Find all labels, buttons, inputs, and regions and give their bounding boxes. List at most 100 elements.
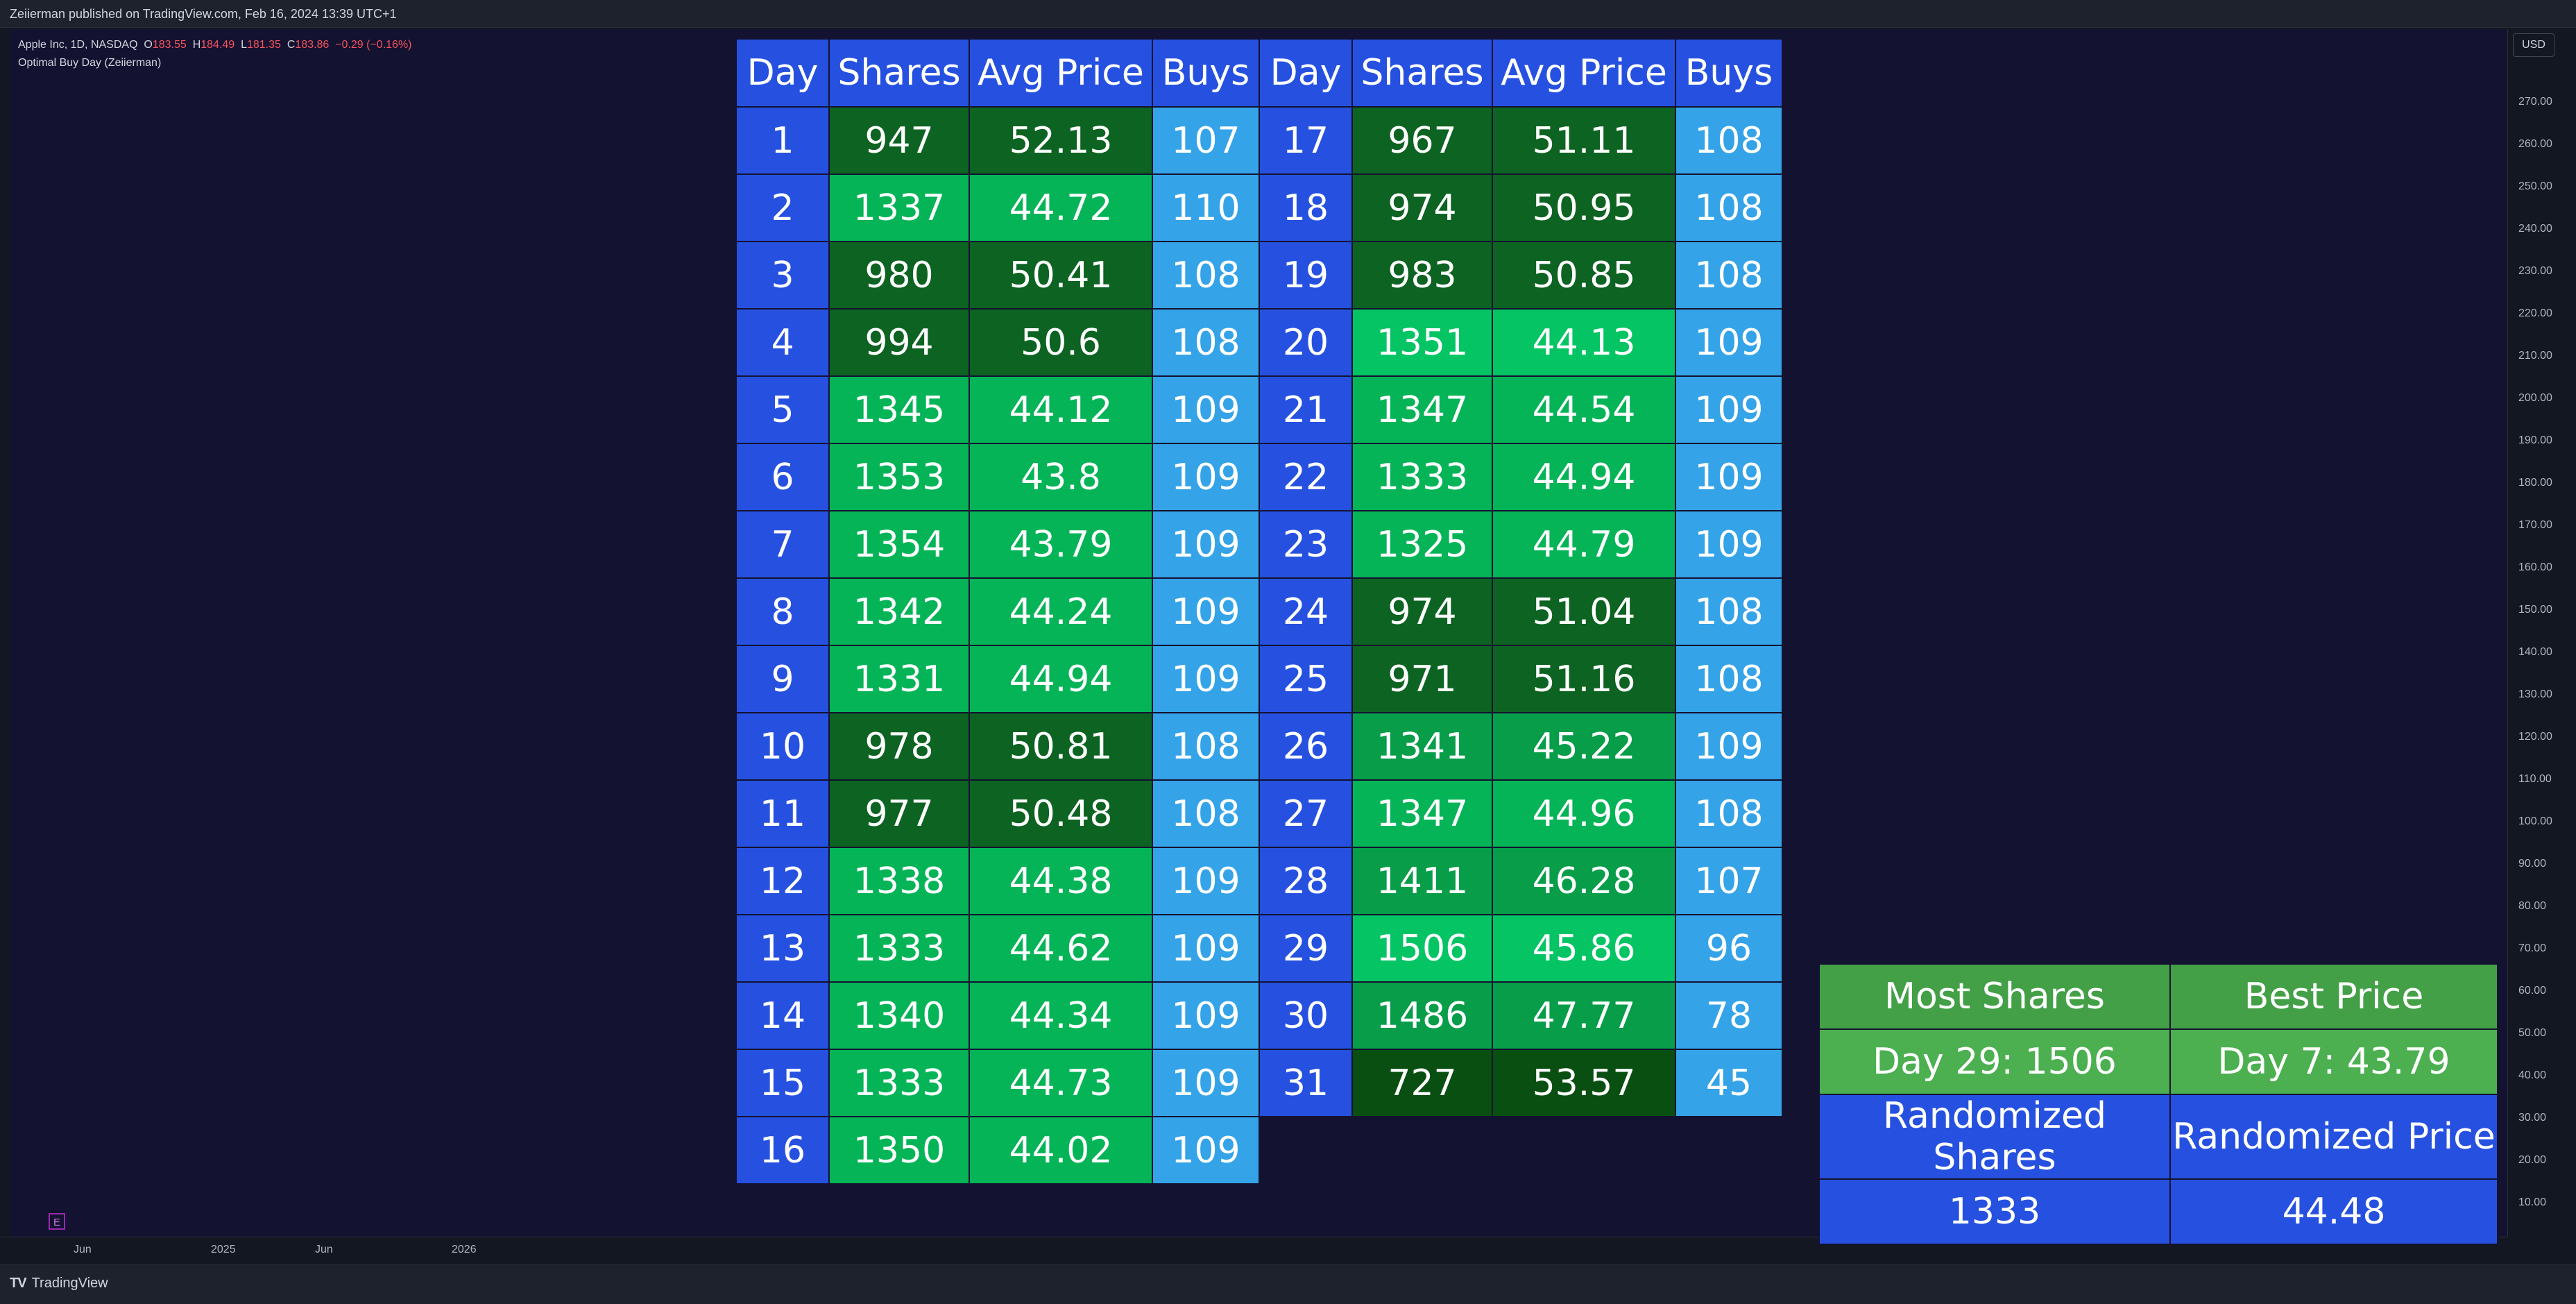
change-value: −0.29 (−0.16%) — [335, 39, 412, 51]
table-row: 6 1353 43.8 109 22 1333 44.94 109 — [735, 443, 1783, 511]
shares-cell: 967 — [1351, 106, 1493, 175]
avg-price-cell: 50.41 — [969, 241, 1153, 310]
buys-cell: 78 — [1675, 981, 1783, 1050]
column-header: Buys — [1152, 38, 1260, 108]
day-cell: 29 — [1259, 914, 1353, 983]
avg-price-cell: 45.86 — [1492, 914, 1676, 983]
shares-cell: 1347 — [1351, 779, 1493, 848]
avg-price-cell: 44.34 — [969, 981, 1153, 1050]
avg-price-cell: 44.62 — [969, 914, 1153, 983]
price-tick-label: 170.00 — [2518, 519, 2552, 531]
table-row: 1 947 52.13 107 17 967 51.11 108 — [735, 106, 1783, 175]
tradingview-logo[interactable]: TV TradingView — [10, 1276, 108, 1292]
buys-cell: 108 — [1152, 308, 1260, 377]
day-cell: 6 — [735, 443, 830, 511]
buys-cell: 108 — [1675, 779, 1783, 848]
buys-cell: 108 — [1152, 241, 1260, 310]
time-tick-label: Jun — [315, 1244, 333, 1255]
buys-cell: 109 — [1152, 577, 1260, 646]
day-cell: 3 — [735, 241, 830, 310]
randomized-shares-value: 1333 — [1818, 1178, 2171, 1245]
randomized-shares-header: Randomized Shares — [1818, 1094, 2171, 1180]
price-tick-label: 110.00 — [2518, 773, 2552, 785]
avg-price-cell: 51.11 — [1492, 106, 1676, 175]
shares-cell: 980 — [828, 241, 970, 310]
shares-cell: 1354 — [828, 510, 970, 579]
chart-legend: Apple Inc, 1D, NASDAQ O183.55 H184.49 L1… — [18, 36, 412, 72]
shares-cell: 1333 — [828, 914, 970, 983]
table-row: 5 1345 44.12 109 21 1347 44.54 109 — [735, 375, 1783, 444]
table-row: 9 1331 44.94 109 25 971 51.16 108 — [735, 645, 1783, 713]
earnings-badge[interactable]: E — [49, 1213, 65, 1230]
price-tick-label: 130.00 — [2518, 688, 2552, 700]
table-row: 3 980 50.41 108 19 983 50.85 108 — [735, 241, 1783, 310]
buys-cell: 109 — [1152, 510, 1260, 579]
day-cell: 19 — [1259, 241, 1353, 310]
day-cell: 4 — [735, 308, 830, 377]
table-row: 13 1333 44.62 109 29 1506 45.86 96 — [735, 914, 1783, 983]
table-row: 10 978 50.81 108 26 1341 45.22 109 — [735, 712, 1783, 781]
shares-cell: 1345 — [828, 375, 970, 444]
price-tick-label: 90.00 — [2518, 858, 2547, 870]
shares-cell: 977 — [828, 779, 970, 848]
indicator-name[interactable]: Optimal Buy Day (Zeiierman) — [18, 54, 412, 72]
price-tick-label: 100.00 — [2518, 815, 2552, 827]
buys-cell: 109 — [1675, 510, 1783, 579]
avg-price-cell: 50.95 — [1492, 173, 1676, 242]
day-cell: 24 — [1259, 577, 1353, 646]
buys-cell: 109 — [1152, 847, 1260, 915]
day-cell: 13 — [735, 914, 830, 983]
day-cell: 21 — [1259, 375, 1353, 444]
price-tick-label: 40.00 — [2518, 1069, 2547, 1081]
empty-cell — [1492, 1117, 1675, 1184]
shares-cell: 1341 — [1351, 712, 1493, 781]
day-cell: 2 — [735, 173, 830, 242]
price-tick-label: 10.00 — [2518, 1196, 2547, 1208]
avg-price-cell: 45.22 — [1492, 712, 1676, 781]
day-cell: 8 — [735, 577, 830, 646]
price-tick-label: 150.00 — [2518, 604, 2552, 616]
table-row: 16 1350 44.02 109 — [735, 1116, 1782, 1185]
avg-price-cell: 50.48 — [969, 779, 1153, 848]
table-header-row: Day Shares Avg Price Buys Day Shares Avg Price… — [735, 38, 1783, 108]
price-tick-label: 270.00 — [2518, 96, 2552, 108]
shares-cell: 983 — [1351, 241, 1493, 310]
price-tick-label: 200.00 — [2518, 392, 2552, 404]
avg-price-cell: 50.6 — [969, 308, 1153, 377]
buys-cell: 108 — [1675, 106, 1783, 175]
buys-cell: 109 — [1675, 308, 1783, 377]
price-axis[interactable] — [2507, 29, 2576, 1237]
avg-price-cell: 44.02 — [969, 1116, 1153, 1185]
avg-price-cell: 44.24 — [969, 577, 1153, 646]
avg-price-cell: 44.73 — [969, 1049, 1153, 1117]
symbol-name[interactable]: Apple Inc, 1D, NASDAQ — [18, 39, 138, 51]
buys-cell: 107 — [1152, 106, 1260, 175]
avg-price-cell: 44.96 — [1492, 779, 1676, 848]
buys-cell: 109 — [1675, 443, 1783, 511]
tv-logo-icon: TV — [10, 1276, 27, 1291]
avg-price-cell: 52.13 — [969, 106, 1153, 175]
avg-price-cell: 47.77 — [1492, 981, 1676, 1050]
price-tick-label: 250.00 — [2518, 180, 2552, 192]
most-shares-header: Most Shares — [1818, 963, 2171, 1030]
day-cell: 1 — [735, 106, 830, 175]
price-tick-label: 230.00 — [2518, 265, 2552, 277]
currency-button[interactable]: USD — [2513, 33, 2554, 57]
table-row: 12 1338 44.38 109 28 1411 46.28 107 — [735, 847, 1783, 915]
price-tick-label: 50.00 — [2518, 1027, 2547, 1039]
footer-bar — [0, 1264, 2576, 1304]
shares-cell: 1411 — [1351, 847, 1493, 915]
day-cell: 15 — [735, 1049, 830, 1117]
day-cell: 12 — [735, 847, 830, 915]
randomized-price-header: Randomized Price — [2169, 1094, 2498, 1180]
day-cell: 9 — [735, 645, 830, 713]
day-cell: 10 — [735, 712, 830, 781]
avg-price-cell: 44.12 — [969, 375, 1153, 444]
price-tick-label: 190.00 — [2518, 434, 2552, 446]
buys-cell: 108 — [1152, 779, 1260, 848]
day-cell: 18 — [1259, 173, 1353, 242]
shares-cell: 1353 — [828, 443, 970, 511]
avg-price-cell: 44.72 — [969, 173, 1153, 242]
day-cell: 23 — [1259, 510, 1353, 579]
buys-cell: 109 — [1675, 712, 1783, 781]
